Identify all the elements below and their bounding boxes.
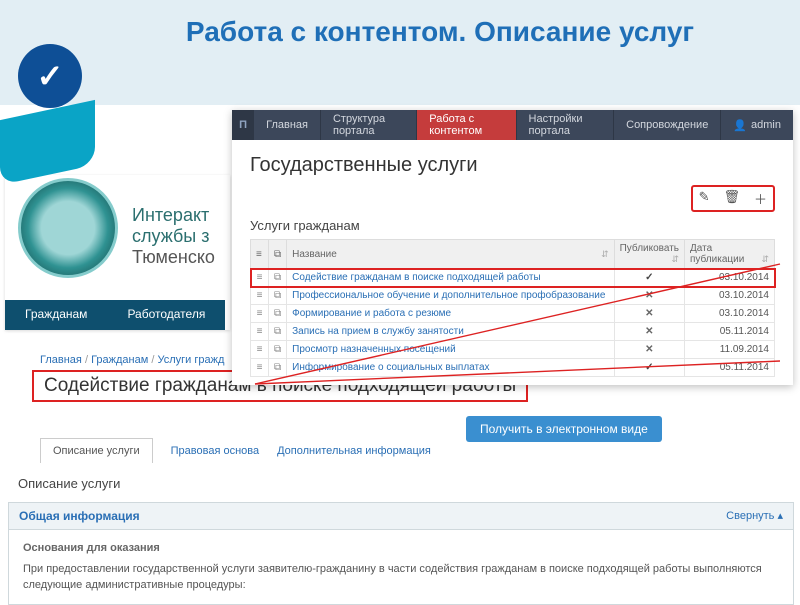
section-subhead: Услуги гражданам — [250, 218, 775, 233]
portal-logo — [18, 178, 118, 278]
slide-header: Работа с контентом. Описание услуг — [0, 0, 800, 105]
row-list-icon[interactable]: ≡ — [251, 323, 269, 341]
row-name[interactable]: Содействие гражданам в поиске подходящей… — [287, 269, 614, 287]
row-name[interactable]: Формирование и работа с резюме — [287, 305, 614, 323]
row-date: 03.10.2014 — [685, 305, 775, 323]
user-label: admin — [751, 119, 781, 131]
row-list-icon[interactable]: ≡ — [251, 287, 269, 305]
row-publish: ✕ — [614, 341, 684, 359]
row-date: 05.11.2014 — [685, 359, 775, 377]
row-list-icon[interactable]: ≡ — [251, 359, 269, 377]
row-name[interactable]: Профессиональное обучение и дополнительн… — [287, 287, 614, 305]
action-toolbar: ✎ 🗑 ＋ — [691, 185, 775, 212]
panel-subhead: Основания для оказания — [23, 540, 779, 557]
nav-settings[interactable]: Настройки портала — [517, 110, 615, 140]
content-tabs: Описание услуги Правовая основа Дополнит… — [40, 438, 431, 463]
table-row[interactable]: ≡⧉Профессиональное обучение и дополнител… — [251, 287, 775, 305]
row-list-icon[interactable]: ≡ — [251, 269, 269, 287]
check-badge: ✓ — [0, 40, 100, 180]
nav-structure[interactable]: Структура портала — [321, 110, 417, 140]
user-icon: 👤 — [733, 119, 747, 132]
description-heading: Описание услуги — [18, 476, 120, 491]
services-table: ≡ ⧉ Название⇵ Публиковать⇵ Дата публикац… — [250, 239, 775, 377]
row-name[interactable]: Информирование о социальных выплатах — [287, 359, 614, 377]
table-row[interactable]: ≡⧉Просмотр назначенных посещений✕11.09.2… — [251, 341, 775, 359]
collapse-button[interactable]: Свернуть ▴ — [726, 509, 783, 523]
col-publish[interactable]: Публиковать⇵ — [614, 240, 684, 269]
panel-title: Общая информация — [19, 509, 140, 523]
portal-name: Интеракт службы з Тюменско — [132, 205, 215, 268]
row-publish: ✓ — [614, 359, 684, 377]
crumb-citizens[interactable]: Гражданам — [91, 354, 148, 366]
col-name[interactable]: Название⇵ — [287, 240, 614, 269]
row-publish: ✕ — [614, 323, 684, 341]
portal-tabs: Гражданам Работодателя — [5, 300, 225, 330]
panel-text: При предоставлении государственной услуг… — [23, 561, 779, 594]
col-list-icon[interactable]: ≡ — [251, 240, 269, 269]
nav-content[interactable]: Работа с контентом — [417, 110, 516, 140]
delete-button[interactable]: 🗑 — [723, 189, 740, 208]
row-date: 03.10.2014 — [685, 287, 775, 305]
slide-title: Работа с контентом. Описание услуг — [0, 0, 800, 49]
row-page-icon[interactable]: ⧉ — [269, 341, 287, 359]
admin-navbar: П Главная Структура портала Работа с кон… — [232, 110, 793, 140]
portal-tab-citizens[interactable]: Гражданам — [5, 300, 107, 330]
edit-button[interactable]: ✎ — [699, 189, 710, 208]
row-list-icon[interactable]: ≡ — [251, 341, 269, 359]
info-panel: Общая информация Свернуть ▴ Основания дл… — [8, 502, 794, 605]
breadcrumb: Главная / Гражданам / Услуги гражд — [40, 354, 224, 366]
row-page-icon[interactable]: ⧉ — [269, 305, 287, 323]
crumb-services[interactable]: Услуги гражд — [157, 354, 224, 366]
nav-support[interactable]: Сопровождение — [614, 110, 721, 140]
row-name[interactable]: Просмотр назначенных посещений — [287, 341, 614, 359]
user-menu[interactable]: 👤 admin — [721, 110, 793, 140]
row-publish: ✕ — [614, 287, 684, 305]
row-page-icon[interactable]: ⧉ — [269, 269, 287, 287]
table-row[interactable]: ≡⧉Информирование о социальных выплатах✓0… — [251, 359, 775, 377]
row-publish: ✓ — [614, 269, 684, 287]
table-row[interactable]: ≡⧉Формирование и работа с резюме✕03.10.2… — [251, 305, 775, 323]
row-date: 03.10.2014 — [685, 269, 775, 287]
tab-legal[interactable]: Правовая основа — [171, 439, 259, 463]
row-page-icon[interactable]: ⧉ — [269, 359, 287, 377]
row-name[interactable]: Запись на прием в службу занятости — [287, 323, 614, 341]
portal-tab-employers[interactable]: Работодателя — [107, 300, 225, 330]
check-icon: ✓ — [37, 57, 64, 95]
admin-logo[interactable]: П — [232, 110, 254, 140]
col-eye-icon[interactable]: ⧉ — [269, 240, 287, 269]
get-electronic-button[interactable]: Получить в электронном виде — [466, 416, 662, 442]
admin-heading: Государственные услуги — [250, 154, 775, 177]
crumb-main[interactable]: Главная — [40, 354, 82, 366]
tab-additional[interactable]: Дополнительная информация — [277, 439, 431, 463]
table-row[interactable]: ≡⧉Запись на прием в службу занятости✕05.… — [251, 323, 775, 341]
admin-window: П Главная Структура портала Работа с кон… — [232, 110, 793, 385]
row-publish: ✕ — [614, 305, 684, 323]
row-page-icon[interactable]: ⧉ — [269, 287, 287, 305]
add-button[interactable]: ＋ — [754, 189, 767, 208]
col-date[interactable]: Дата публикации⇵ — [685, 240, 775, 269]
row-page-icon[interactable]: ⧉ — [269, 323, 287, 341]
row-list-icon[interactable]: ≡ — [251, 305, 269, 323]
table-row[interactable]: ≡⧉Содействие гражданам в поиске подходящ… — [251, 269, 775, 287]
tab-description[interactable]: Описание услуги — [40, 438, 153, 463]
row-date: 05.11.2014 — [685, 323, 775, 341]
nav-main[interactable]: Главная — [254, 110, 321, 140]
row-date: 11.09.2014 — [685, 341, 775, 359]
